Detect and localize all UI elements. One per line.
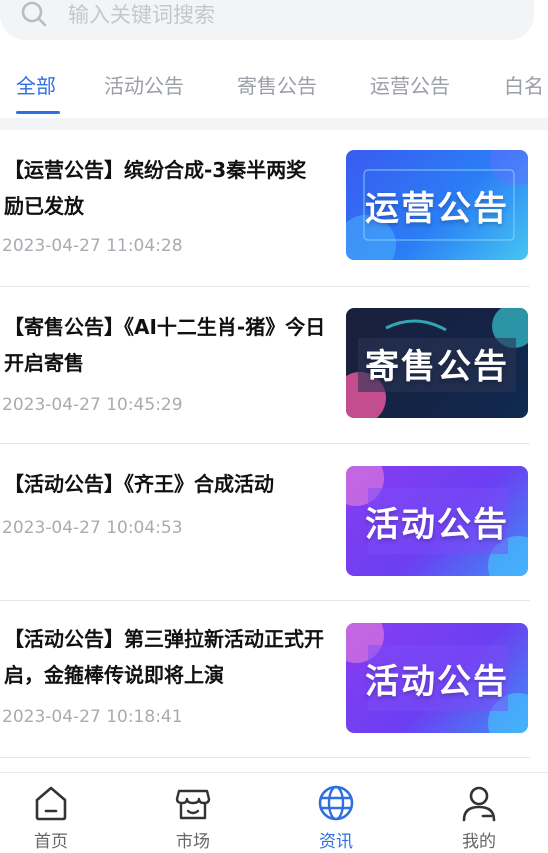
nav-news[interactable]: 资讯 — [296, 773, 376, 853]
market-icon — [175, 789, 211, 820]
thumbnail-text: 活动公告 — [365, 661, 509, 702]
category-tabs: 全部 活动公告 寄售公告 运营公告 白名 — [0, 62, 548, 118]
tab-active-indicator — [16, 111, 60, 114]
search-input[interactable] — [66, 0, 490, 30]
nav-label: 我的 — [462, 832, 496, 852]
tab-activity[interactable]: 活动公告 — [104, 70, 184, 99]
thumbnail-text: 运营公告 — [365, 188, 509, 229]
news-thumbnail: 活动公告 — [346, 623, 528, 733]
news-thumbnail: 寄售公告 — [346, 308, 528, 418]
news-title: 【运营公告】缤纷合成-3秦半两奖励已发放 — [4, 158, 307, 218]
bottom-nav: 首页 市场 资讯 我的 — [0, 772, 548, 853]
news-title: 【活动公告】《齐王》合成活动 — [4, 472, 274, 496]
nav-profile[interactable]: 我的 — [439, 773, 519, 853]
tab-whitelist[interactable]: 白名 — [504, 70, 544, 99]
search-bar[interactable] — [0, 0, 534, 40]
thumbnail-text: 寄售公告 — [365, 346, 509, 387]
nav-home[interactable]: 首页 — [11, 773, 91, 853]
news-item[interactable]: 【运营公告】缤纷合成-3秦半两奖励已发放 2023-04-27 11:04:28… — [0, 130, 548, 286]
tab-consignment[interactable]: 寄售公告 — [237, 70, 317, 99]
thumbnail-text: 活动公告 — [365, 504, 509, 545]
news-time: 2023-04-27 10:18:41 — [2, 707, 183, 727]
user-icon — [462, 786, 496, 822]
news-item[interactable]: 【活动公告】第三弹拉新活动正式开启，金箍棒传说即将上演 2023-04-27 1… — [0, 601, 548, 757]
news-title: 【寄售公告】《AI十二生肖-猪》今日开启寄售 — [4, 315, 326, 375]
globe-icon — [318, 785, 354, 821]
news-time: 2023-04-27 10:04:53 — [2, 518, 183, 538]
divider — [0, 757, 530, 758]
news-title: 【活动公告】第三弹拉新活动正式开启，金箍棒传说即将上演 — [4, 627, 324, 687]
news-time: 2023-04-27 11:04:28 — [2, 236, 183, 256]
tabs-divider — [0, 118, 548, 130]
news-item[interactable]: 【寄售公告】《AI十二生肖-猪》今日开启寄售 2023-04-27 10:45:… — [0, 287, 548, 443]
nav-label: 首页 — [34, 832, 68, 852]
nav-label: 资讯 — [319, 832, 353, 852]
nav-market[interactable]: 市场 — [153, 773, 233, 853]
nav-label: 市场 — [176, 832, 210, 852]
search-icon — [21, 1, 47, 27]
news-thumbnail: 运营公告 — [346, 150, 528, 260]
home-icon — [35, 786, 67, 821]
news-item[interactable]: 【活动公告】《齐王》合成活动 2023-04-27 10:04:53 活动公告 — [0, 444, 548, 600]
tab-operation[interactable]: 运营公告 — [370, 70, 450, 99]
news-thumbnail: 活动公告 — [346, 466, 528, 576]
tab-all[interactable]: 全部 — [16, 70, 56, 99]
news-time: 2023-04-27 10:45:29 — [2, 395, 183, 415]
